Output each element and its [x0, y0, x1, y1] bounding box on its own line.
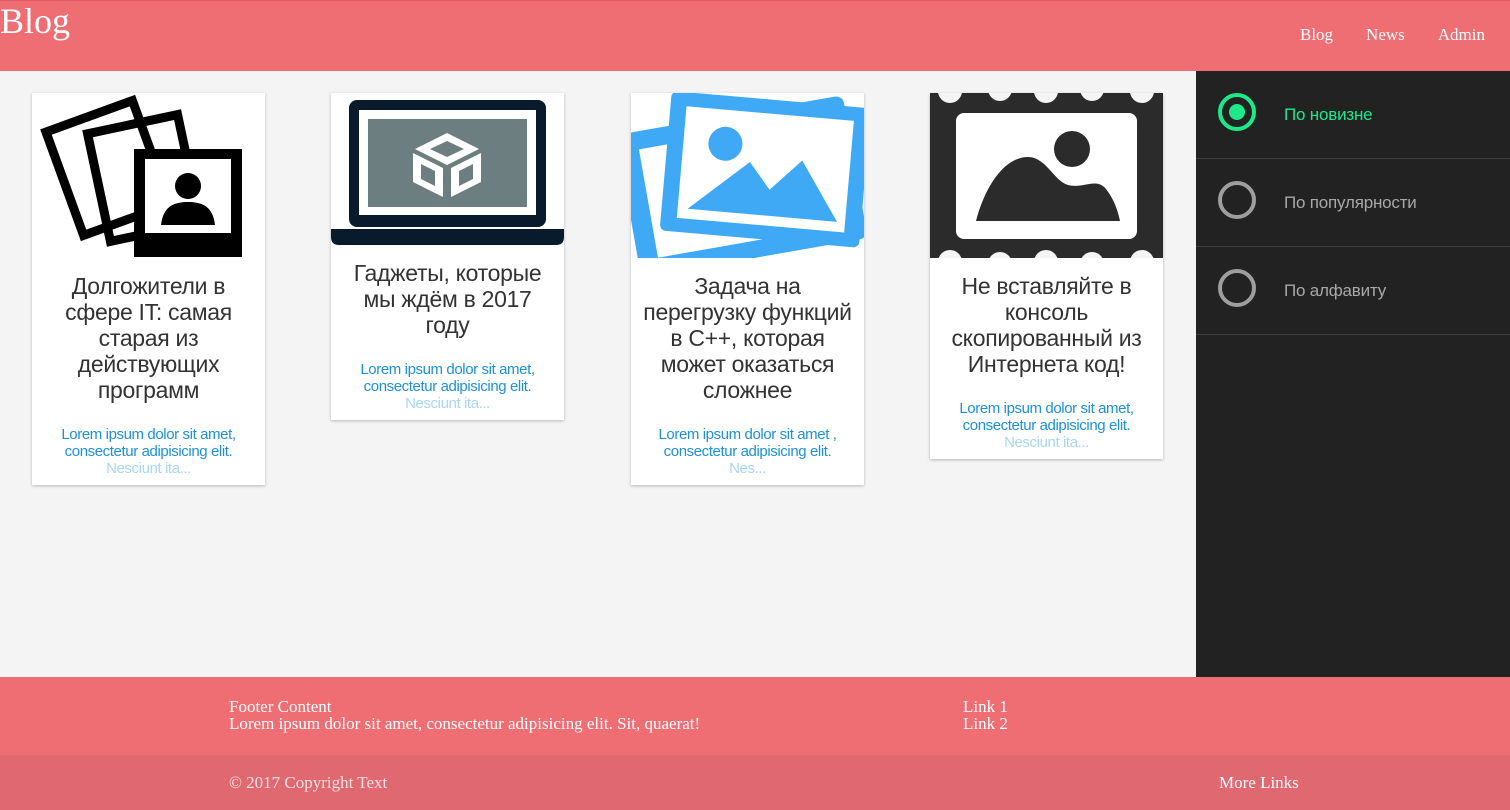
post-card[interactable]: Не вставляйте в консоль скопированный из…: [930, 93, 1163, 459]
page-footer: Footer Content Lorem ipsum dolor sit ame…: [0, 677, 1510, 755]
post-image[interactable]: [331, 93, 564, 245]
post-title[interactable]: Долгожители в сфере IT: самая старая из …: [32, 258, 265, 403]
image-gallery-icon: [631, 93, 864, 258]
post-excerpt: Lorem ipsum dolor sit amet, consectetur …: [360, 361, 535, 412]
sort-option-alphabet[interactable]: По алфавиту: [1196, 247, 1510, 335]
footer-title: Footer Content: [229, 697, 332, 716]
sort-option-newest[interactable]: По новизне: [1196, 71, 1510, 159]
radio-button[interactable]: [1218, 181, 1256, 219]
brand-logo[interactable]: Blog: [0, 1, 70, 41]
post-title[interactable]: Гаджеты, которые мы ждём в 2017 году: [331, 245, 564, 338]
post-image[interactable]: [930, 93, 1163, 258]
post-card[interactable]: Гаджеты, которые мы ждём в 2017 году Lor…: [331, 93, 564, 420]
footer-link-1[interactable]: Link 1: [963, 698, 1008, 715]
post-title[interactable]: Задача на перегрузку функций в C++, кото…: [631, 258, 864, 403]
radio-button-selected[interactable]: [1218, 93, 1256, 131]
footer-content: Footer Content Lorem ipsum dolor sit ame…: [229, 698, 700, 732]
footer-copyright-bar: © 2017 Copyright Text More Links: [0, 755, 1510, 810]
post-list: Долгожители в сфере IT: самая старая из …: [0, 71, 1196, 677]
footer-links: Link 1 Link 2: [963, 698, 1008, 732]
copyright-text: © 2017 Copyright Text: [229, 773, 388, 792]
main-nav: Blog News Admin: [1292, 23, 1510, 47]
sort-option-popular[interactable]: По популярности: [1196, 159, 1510, 247]
polaroid-photos-icon: [40, 94, 242, 257]
nav-link-news[interactable]: News: [1358, 23, 1430, 47]
post-card[interactable]: Задача на перегрузку функций в C++, кото…: [631, 93, 864, 485]
footer-link-2[interactable]: Link 2: [963, 715, 1008, 732]
post-image[interactable]: [631, 93, 864, 258]
sort-option-label: По новизне: [1284, 105, 1373, 124]
sort-sidebar: По новизне По популярности По алфавиту: [1196, 71, 1510, 677]
radio-button[interactable]: [1218, 269, 1256, 307]
laptop-box-icon: [331, 100, 564, 245]
sort-option-label: По популярности: [1284, 193, 1417, 212]
post-excerpt: Lorem ipsum dolor sit amet, consectetur …: [959, 400, 1134, 451]
framed-picture-icon: [930, 93, 1163, 258]
post-excerpt: Lorem ipsum dolor sit amet , consectetur…: [658, 426, 837, 477]
post-image[interactable]: [32, 93, 265, 258]
top-navbar: Blog Blog News Admin: [0, 0, 1510, 71]
nav-link-blog[interactable]: Blog: [1292, 23, 1358, 47]
post-card[interactable]: Долгожители в сфере IT: самая старая из …: [32, 93, 265, 485]
post-title[interactable]: Не вставляйте в консоль скопированный из…: [930, 258, 1163, 377]
sort-option-label: По алфавиту: [1284, 281, 1387, 300]
footer-text: Lorem ipsum dolor sit amet, consectetur …: [229, 714, 701, 733]
post-excerpt: Lorem ipsum dolor sit amet, consectetur …: [61, 426, 236, 477]
more-links-link[interactable]: More Links: [1219, 773, 1299, 793]
nav-link-admin[interactable]: Admin: [1430, 23, 1510, 47]
